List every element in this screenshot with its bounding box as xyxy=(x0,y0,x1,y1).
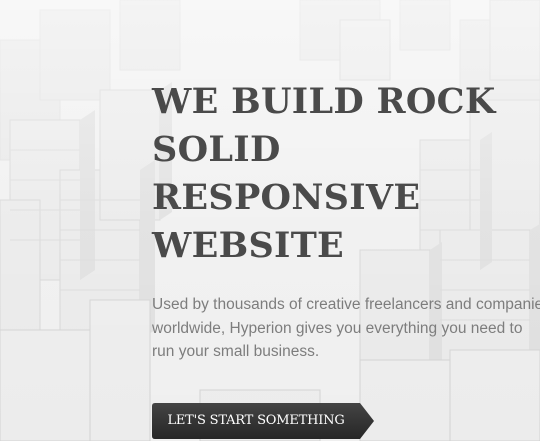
cta-label: LET'S START SOMETHING xyxy=(167,413,345,428)
description-line: worldwide, Hyperion gives you everything… xyxy=(152,319,523,337)
headline-line: WE BUILD ROCK xyxy=(152,81,496,122)
lets-start-something-button[interactable]: LET'S START SOMETHING xyxy=(152,403,374,439)
headline-line: WEBSITE xyxy=(152,225,345,266)
hero-section: WE BUILD ROCK SOLID RESPONSIVE WEBSITE U… xyxy=(0,0,540,441)
description-line: Used by thousands of creative freelancer… xyxy=(152,296,540,313)
hero-content: WE BUILD ROCK SOLID RESPONSIVE WEBSITE U… xyxy=(152,78,540,360)
hero-headline: WE BUILD ROCK SOLID RESPONSIVE WEBSITE xyxy=(152,78,540,270)
description-line: run your small business. xyxy=(152,343,320,360)
headline-line: SOLID xyxy=(152,129,281,170)
headline-line: RESPONSIVE xyxy=(152,177,421,218)
hero-description: Used by thousands of creative freelancer… xyxy=(152,293,540,364)
